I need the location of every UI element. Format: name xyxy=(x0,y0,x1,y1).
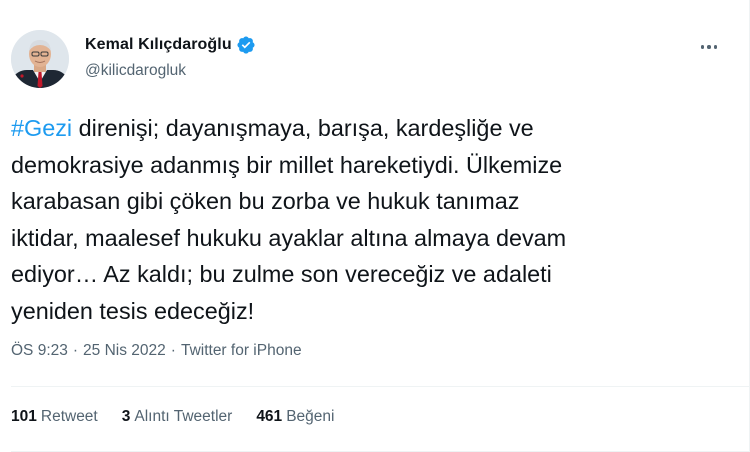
more-options-icon[interactable] xyxy=(697,37,721,57)
profile-photo xyxy=(11,30,69,88)
hashtag-link[interactable]: #Gezi xyxy=(11,115,72,141)
meta-separator: · xyxy=(72,342,79,359)
divider xyxy=(11,386,750,387)
author-display-name[interactable]: Kemal Kılıçdaroğlu xyxy=(85,36,232,54)
quote-tweet-label: Alıntı Tweetler xyxy=(134,408,233,425)
retweet-label: Retweet xyxy=(40,408,98,425)
tweet-meta: ÖS 9:23 · 25 Nis 2022 · Twitter for iPho… xyxy=(11,342,302,360)
more-dot xyxy=(700,45,705,49)
avatar[interactable] xyxy=(11,30,69,88)
tweet-text: #Gezi direnişi; dayanışmaya, barışa, kar… xyxy=(11,110,731,329)
more-dot xyxy=(707,45,711,49)
meta-separator: · xyxy=(170,342,176,359)
tweet-source[interactable]: Twitter for iPhone xyxy=(181,342,302,360)
author-handle[interactable]: @kilicdarogluk xyxy=(85,62,186,80)
tweet-time[interactable]: ÖS 9:23 xyxy=(11,342,68,360)
tweet-card: Kemal Kılıçdaroğlu @kilicdarogluk #Gezi … xyxy=(0,0,750,452)
more-dot xyxy=(713,45,718,49)
tweet-date[interactable]: 25 Nis 2022 xyxy=(83,342,166,360)
engagement-stats: 101 Retweet 3 Alıntı Tweetler 461 Beğeni xyxy=(11,408,334,426)
like-count: 461 xyxy=(256,408,283,425)
quote-tweet-count: 3 xyxy=(121,408,131,425)
quote-tweet-stat[interactable]: 3 Alıntı Tweetler xyxy=(122,408,233,426)
author-name-row: Kemal Kılıçdaroğlu xyxy=(85,35,256,55)
like-label: Beğeni xyxy=(286,408,335,425)
retweet-count: 101 xyxy=(11,408,37,425)
tweet-body: direnişi; dayanışmaya, barışa, kardeşliğ… xyxy=(11,115,567,324)
like-stat[interactable]: 461 Beğeni xyxy=(256,408,334,426)
verified-badge-icon xyxy=(236,35,256,55)
retweet-stat[interactable]: 101 Retweet xyxy=(11,408,98,426)
